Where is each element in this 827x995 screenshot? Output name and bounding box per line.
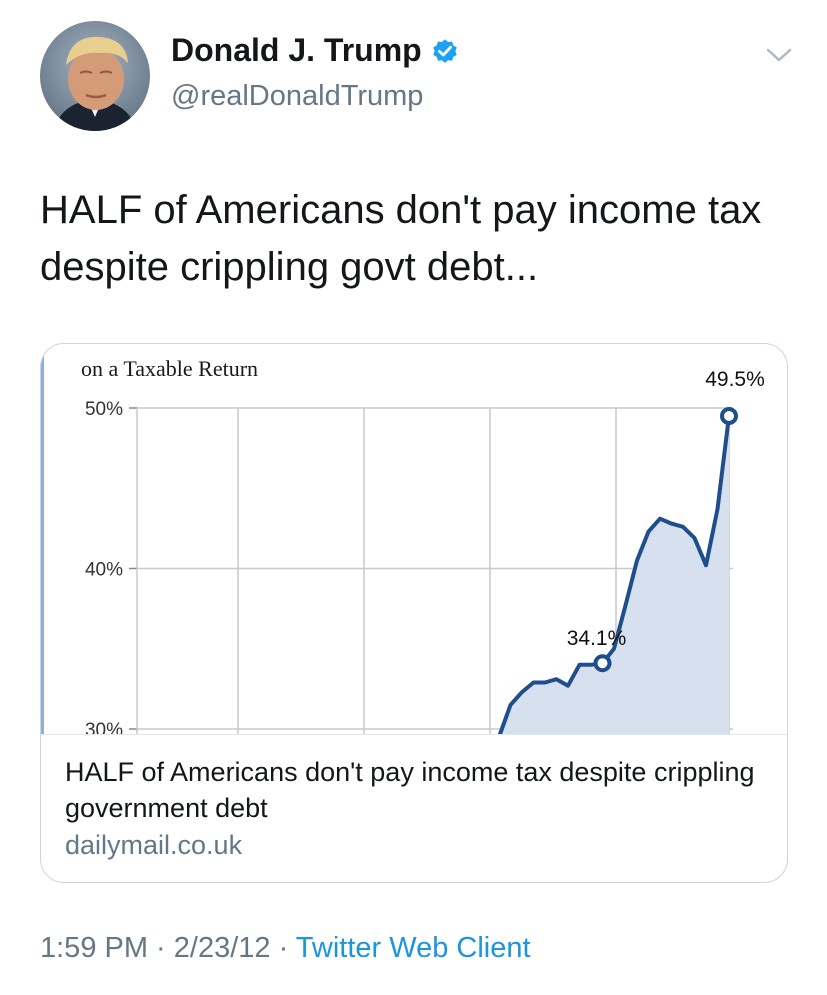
meta-separator: ·: [148, 932, 174, 964]
chart-cut-title: ‒‒‒‒‒‒‒‒‒‒‒‒‒‒‒‒‒‒‒‒‒‒: [220, 344, 442, 353]
tweet-meta: 1:59 PM · 2/23/12 · Twitter Web Client: [40, 932, 531, 965]
chart-point: [720, 407, 738, 426]
chart-area: [500, 416, 729, 734]
avatar[interactable]: [40, 21, 150, 131]
chart-y-tick-label: 40%: [85, 560, 123, 581]
chart: ‒‒‒‒‒‒‒‒‒‒‒‒‒‒‒‒‒‒‒‒‒‒ on a Taxable Retu…: [41, 344, 765, 734]
chart-data-label: 49.5%: [705, 368, 765, 391]
verified-badge-icon: [432, 38, 457, 63]
card-divider: [41, 734, 787, 735]
chart-y-tick-label: 30%: [85, 720, 123, 734]
author-name[interactable]: Donald J. Trump: [171, 32, 422, 69]
chart-edge: [41, 344, 44, 734]
card-domain[interactable]: dailymail.co.uk: [65, 830, 242, 861]
tweet-date[interactable]: 2/23/12: [174, 932, 271, 964]
chart-title: on a Taxable Return: [81, 356, 258, 381]
card-image: ‒‒‒‒‒‒‒‒‒‒‒‒‒‒‒‒‒‒‒‒‒‒ on a Taxable Retu…: [41, 344, 787, 734]
link-card[interactable]: ‒‒‒‒‒‒‒‒‒‒‒‒‒‒‒‒‒‒‒‒‒‒ on a Taxable Retu…: [40, 343, 788, 883]
card-title[interactable]: HALF of Americans don't pay income tax d…: [65, 754, 765, 826]
tweet-source-link[interactable]: Twitter Web Client: [296, 932, 531, 964]
tweet-time[interactable]: 1:59 PM: [40, 932, 148, 964]
chart-y-tick-label: 50%: [85, 399, 123, 420]
chart-data-label: 34.1%: [567, 627, 627, 650]
author-handle[interactable]: @realDonaldTrump: [171, 80, 423, 113]
meta-separator: ·: [270, 932, 296, 964]
chart-point: [593, 654, 612, 673]
profile-photo-icon: [40, 21, 150, 131]
tweet-text: HALF of Americans don't pay income tax d…: [40, 188, 762, 289]
chevron-down-icon[interactable]: [764, 40, 794, 70]
